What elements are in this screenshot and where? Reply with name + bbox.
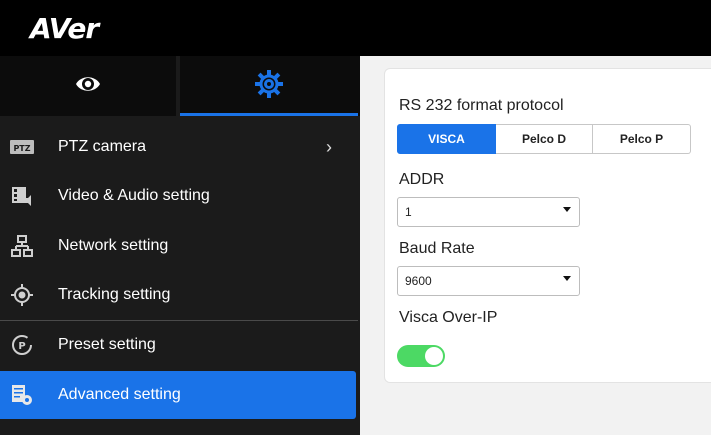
gear-icon <box>254 69 284 104</box>
sidebar-item-advanced[interactable]: Advanced setting <box>0 371 356 419</box>
svg-text:P: P <box>18 341 25 352</box>
baud-rate-value: 9600 <box>405 274 432 288</box>
settings-panel: RS 232 format protocol VISCA Pelco D Pel… <box>360 56 711 435</box>
protocol-label: RS 232 format protocol <box>399 97 564 114</box>
ptz-icon: PTZ <box>10 135 34 159</box>
chevron-right-icon: › <box>326 137 332 157</box>
top-bar: AVer <box>0 0 711 56</box>
sidebar-item-network[interactable]: Network setting <box>0 222 356 270</box>
sidebar-item-preset[interactable]: P Preset setting <box>0 321 356 369</box>
baud-rate-label: Baud Rate <box>399 240 475 257</box>
protocol-option-pelco-d[interactable]: Pelco D <box>496 124 593 154</box>
sidebar-item-tracking[interactable]: Tracking setting <box>0 271 356 319</box>
sidebar-item-label: Preset setting <box>58 336 156 353</box>
sidebar-item-ptz-camera[interactable]: PTZ PTZ camera › <box>0 123 356 171</box>
toggle-knob <box>425 347 443 365</box>
svg-text:PTZ: PTZ <box>13 144 30 153</box>
baud-rate-select[interactable]: 9600 <box>397 266 580 296</box>
preset-icon: P <box>10 333 34 357</box>
aver-logo: AVer <box>30 12 99 45</box>
addr-value: 1 <box>405 205 412 219</box>
sidebar-item-label: Advanced setting <box>58 386 181 403</box>
sidebar-item-label: PTZ camera <box>58 138 147 155</box>
protocol-option-visca[interactable]: VISCA <box>397 124 496 154</box>
sidebar-item-label: Network setting <box>58 237 169 254</box>
network-icon <box>10 234 34 258</box>
visca-over-ip-toggle[interactable] <box>397 345 445 367</box>
protocol-option-pelco-p[interactable]: Pelco P <box>593 124 691 154</box>
chevron-down-icon <box>563 276 571 281</box>
chevron-down-icon <box>563 207 571 212</box>
visca-over-ip-label: Visca Over-IP <box>399 309 498 326</box>
protocol-selector: VISCA Pelco D Pelco P <box>397 124 691 154</box>
eye-icon <box>74 73 102 100</box>
mode-bar <box>0 56 360 116</box>
addr-select[interactable]: 1 <box>397 197 580 227</box>
sidebar-item-label: Video & Audio setting <box>58 187 210 204</box>
rs232-settings-card: RS 232 format protocol VISCA Pelco D Pel… <box>384 68 711 383</box>
tracking-icon <box>10 283 34 307</box>
sidebar: PTZ PTZ camera › Video & Audio setting N… <box>0 56 360 435</box>
sidebar-item-label: Tracking setting <box>58 286 171 303</box>
advanced-setting-icon <box>10 383 34 407</box>
tab-settings[interactable] <box>180 56 358 116</box>
addr-label: ADDR <box>399 171 445 188</box>
video-audio-icon <box>10 184 34 208</box>
tab-view[interactable] <box>0 56 176 116</box>
sidebar-item-video-audio[interactable]: Video & Audio setting <box>0 172 356 220</box>
